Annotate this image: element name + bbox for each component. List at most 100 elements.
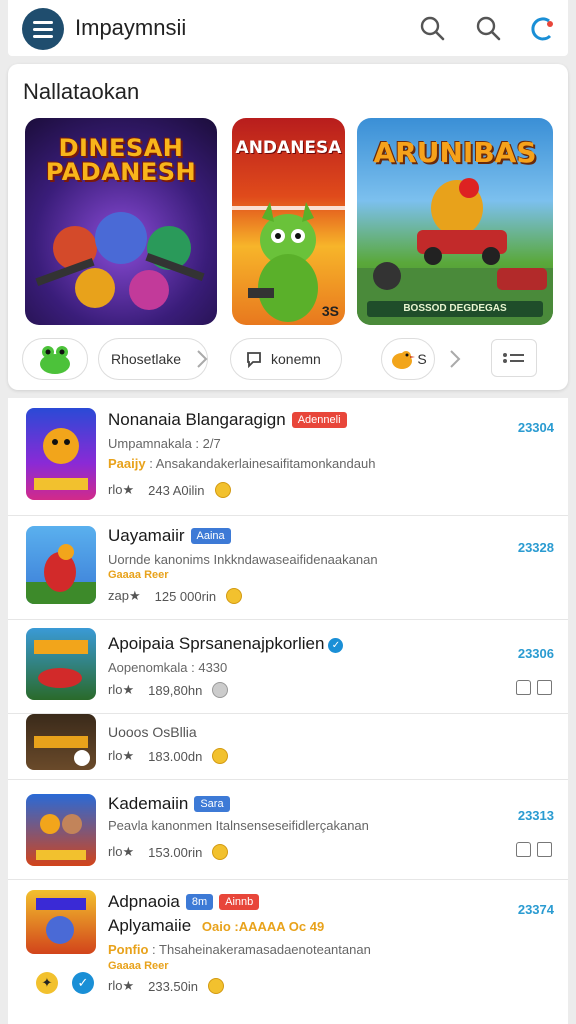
- verified-icon[interactable]: ✓: [72, 972, 94, 994]
- game-subtitle: Uornde kanonims Inkkndawaseaifidenaakana…: [108, 552, 378, 567]
- list-item[interactable]: Nonanaia Blangaragign Adenneli Umpamnakal…: [8, 398, 568, 516]
- tile-badge: 3S: [321, 303, 339, 319]
- status-badge: Sara: [194, 796, 230, 812]
- rating-label: rlo★: [108, 844, 135, 859]
- game-thumbnail: [26, 714, 96, 770]
- featured-game-tile[interactable]: DINESAH PADANESH: [25, 118, 217, 325]
- download-count: 183.00dn: [148, 748, 203, 764]
- verified-icon: ✓: [328, 638, 344, 653]
- rating-label: rlo★: [108, 482, 135, 497]
- frog-icon: [40, 346, 70, 374]
- list-item[interactable]: Kademaiin Sara Peavla kanonmen Italnsense…: [8, 780, 568, 880]
- download-count: 153.00rin: [148, 844, 203, 860]
- tile-subtitle: BOSSOD DEGDEGAS: [367, 301, 543, 317]
- search-icon[interactable]: [472, 12, 506, 46]
- tile-title: DINESAH PADANESH: [45, 134, 197, 186]
- game-title: Uooos OsBllia: [108, 724, 197, 740]
- game-subtitle: Umpamnakala : 2/7: [108, 436, 221, 451]
- tile-title: ANDANESA: [235, 138, 342, 158]
- download-count: 243 A0ilin: [148, 482, 205, 498]
- chip-label: Rhosetlake: [111, 351, 182, 367]
- game-number: 23304: [517, 420, 554, 435]
- category-chip[interactable]: S: [381, 338, 435, 380]
- game-subtitle: Aplyamaiie Oaio :AAAAA Oc 49: [108, 916, 325, 935]
- bookmark-icon[interactable]: [537, 842, 552, 857]
- game-thumbnail: [26, 526, 96, 604]
- game-thumbnail: [26, 890, 96, 954]
- more-icon: [503, 353, 524, 363]
- game-tag: Gaaaa Reer: [108, 569, 169, 581]
- game-title: Nonanaia Blangaragign Adenneli: [108, 410, 347, 430]
- list-item[interactable]: Adpnaoia 8m Ainnb Aplyamaiie Oaio :AAAAA O…: [8, 880, 568, 1024]
- status-badge: Ainnb: [219, 894, 260, 910]
- game-subtitle: Peavla kanonmen Italnsenseseifidlerçakan…: [108, 818, 369, 833]
- app-bar: Impaymnsii: [8, 0, 568, 56]
- section-title: Nallataokan: [23, 79, 140, 104]
- search-icon[interactable]: [416, 12, 450, 46]
- like-icon[interactable]: [516, 842, 531, 857]
- chip-label: S: [417, 351, 427, 367]
- game-meta: rlo★ 153.00rin: [108, 844, 229, 860]
- more-button[interactable]: [491, 339, 537, 377]
- featured-game-tile[interactable]: ARUNIBAS BOSSOD DEGDEGAS: [357, 118, 553, 325]
- chip-label: konemn: [271, 351, 321, 367]
- featured-game-tile[interactable]: ANDANESA 3S: [232, 118, 345, 325]
- game-title: Apoipaia Sprsanenajpkorlien ✓: [108, 634, 344, 654]
- game-number: 23328: [517, 540, 554, 555]
- coin-icon: [212, 682, 229, 698]
- like-icon[interactable]: [516, 680, 531, 695]
- game-meta: rlo★ 233.50in: [108, 978, 224, 994]
- gift-icon[interactable]: ✦: [36, 972, 58, 994]
- list-item[interactable]: Apoipaia Sprsanenajpkorlien ✓ Aopenomkala…: [8, 620, 568, 714]
- coin-icon: [214, 482, 231, 498]
- game-thumbnail: [26, 408, 96, 500]
- category-chip[interactable]: konemn: [230, 338, 342, 380]
- rating-label: rlo★: [108, 748, 135, 763]
- download-count: 125 000rin: [154, 588, 217, 604]
- status-badge: 8m: [185, 894, 214, 910]
- rating-label: zap★: [108, 588, 141, 603]
- category-chip[interactable]: Rhosetlake: [98, 338, 208, 380]
- game-subtitle: Aopenomkala : 4330: [108, 660, 228, 675]
- list-item[interactable]: Uooos OsBllia rlo★ 183.00dn: [8, 714, 568, 780]
- game-number: 23306: [517, 646, 554, 661]
- featured-section: Nallataokan DINESAH PADANESH ANDANESA 3S: [8, 64, 568, 390]
- game-description: Paaijy : Ansakandakerlainesaifitamonkand…: [108, 456, 376, 471]
- download-count: 189,80hn: [148, 682, 203, 698]
- account-icon[interactable]: [526, 12, 560, 46]
- game-description: Ponfio : Thsaheinakeramasadaenoteantanan: [108, 942, 371, 957]
- category-chip[interactable]: [22, 338, 88, 380]
- game-meta: rlo★ 189,80hn: [108, 682, 229, 698]
- list-item[interactable]: Uayamaiir Aaina Uornde kanonims Inkkndawa…: [8, 516, 568, 620]
- download-count: 233.50in: [148, 978, 198, 994]
- game-title: Uayamaiir Aaina: [108, 526, 231, 546]
- menu-icon[interactable]: [22, 8, 64, 50]
- status-badge: Aaina: [190, 528, 231, 544]
- mini-icons: ✦ ✓: [36, 972, 94, 994]
- game-tag: Gaaaa Reer: [108, 960, 169, 972]
- coin-icon: [226, 588, 243, 604]
- status-badge: Adenneli: [291, 412, 347, 428]
- row-actions: [516, 842, 552, 857]
- rating-label: rlo★: [108, 682, 135, 697]
- chevron-right-icon[interactable]: [448, 348, 462, 370]
- coin-icon: [212, 748, 229, 764]
- game-meta: zap★ 125 000rin: [108, 588, 243, 604]
- game-number: 23374: [517, 902, 554, 917]
- chevron-right-icon: [197, 350, 208, 368]
- row-actions: [516, 680, 552, 695]
- tile-title: ARUNIBAS: [373, 136, 537, 169]
- chat-icon: [247, 352, 261, 368]
- game-meta: rlo★ 183.00dn: [108, 748, 229, 764]
- game-thumbnail: [26, 628, 96, 700]
- game-thumbnail: [26, 794, 96, 866]
- game-list: Nonanaia Blangaragign Adenneli Umpamnakal…: [8, 398, 568, 1024]
- rating-label: rlo★: [108, 978, 135, 993]
- game-title: Kademaiin Sara: [108, 794, 230, 814]
- app-title: Impaymnsii: [75, 15, 187, 40]
- game-number: 23313: [517, 808, 554, 823]
- game-title: Adpnaoia 8m Ainnb: [108, 892, 260, 912]
- coin-icon: [212, 844, 229, 860]
- bookmark-icon[interactable]: [537, 680, 552, 695]
- bird-icon: [392, 351, 416, 369]
